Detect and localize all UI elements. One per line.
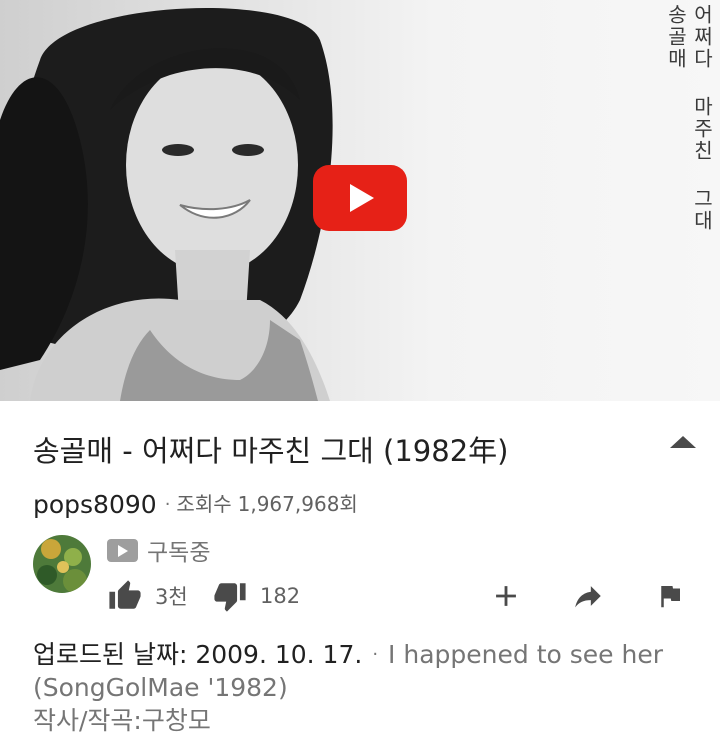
description-text-line2: (SongGolMae '1982) xyxy=(33,673,288,702)
subscribe-button[interactable]: 구독중 xyxy=(107,535,211,566)
dislike-button[interactable]: 182 xyxy=(212,578,300,614)
thumbs-up-icon xyxy=(109,580,141,609)
views-label: 조회수 xyxy=(176,492,232,516)
like-button[interactable]: 3천 xyxy=(107,578,188,614)
thumbs-down-icon xyxy=(214,583,246,612)
description-text-line1: I happened to see her xyxy=(388,640,663,669)
play-button[interactable] xyxy=(313,165,407,231)
avatar-image xyxy=(33,535,91,593)
upload-date: 2009. 10. 17. xyxy=(195,640,363,669)
share-button[interactable] xyxy=(568,578,608,614)
youtube-icon xyxy=(107,538,138,562)
play-icon xyxy=(350,184,374,212)
add-to-playlist-button[interactable] xyxy=(489,578,523,614)
flag-icon xyxy=(661,586,680,608)
share-icon xyxy=(575,586,601,608)
like-count: 3천 xyxy=(155,585,188,609)
video-title: 송골매 - 어쩌다 마주친 그대 (1982年) xyxy=(33,434,509,468)
channel-line: pops8090 · 조회수 1,967,968회 xyxy=(33,488,358,519)
views-value: 1,967,968회 xyxy=(237,492,358,516)
chevron-up-icon[interactable] xyxy=(670,436,696,448)
separator-dot: · xyxy=(372,644,379,665)
dislike-count: 182 xyxy=(260,584,301,608)
channel-name[interactable]: pops8090 xyxy=(33,490,157,519)
subscribe-label: 구독중 xyxy=(147,540,211,566)
view-count: 조회수 1,967,968회 xyxy=(176,492,357,516)
description-text-line3: 작사/작곡:구창모 xyxy=(33,706,211,735)
channel-avatar[interactable] xyxy=(33,535,91,593)
thumbnail-title-text: 어쩌다 마주친 그대 xyxy=(690,4,714,232)
thumbnail-artist-text: 송골매 xyxy=(664,4,688,70)
video-description: 업로드된 날짜: 2009. 10. 17. · I happened to see… xyxy=(33,638,693,737)
video-player[interactable]: 송골매 어쩌다 마주친 그대 xyxy=(0,0,720,401)
upload-date-label: 업로드된 날짜: xyxy=(33,640,188,669)
separator-dot: · xyxy=(164,494,171,515)
report-button[interactable] xyxy=(655,578,685,614)
plus-icon xyxy=(496,586,516,606)
